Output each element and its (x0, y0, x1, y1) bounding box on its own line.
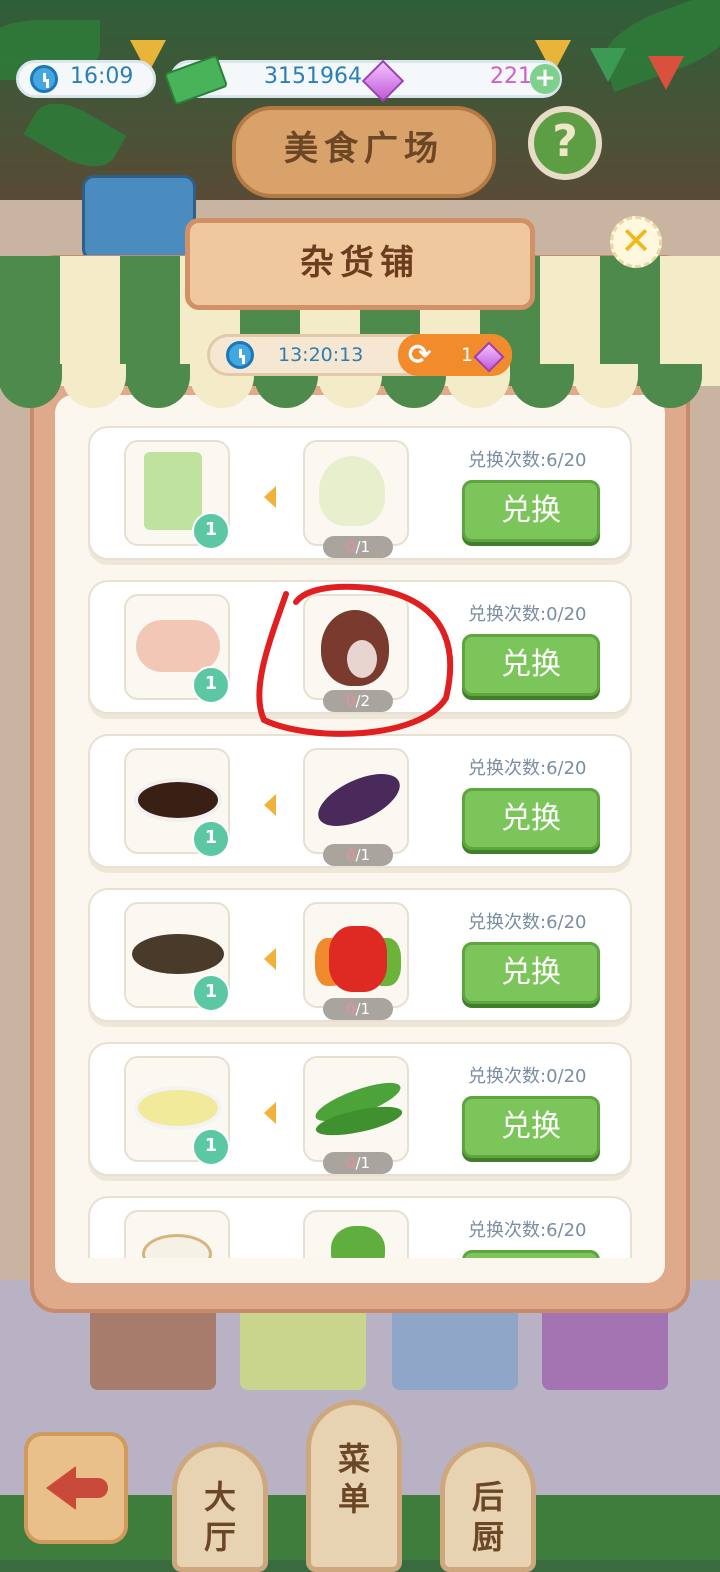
back-arrow-shaft (72, 1478, 108, 1498)
get-item-slot: 0/1 (303, 748, 409, 866)
get-item-slot: 0/1 (303, 1056, 409, 1174)
exchange-count: 兑换次数:0/20 (468, 1066, 587, 1087)
tab-hall[interactable]: 大 厅 (172, 1442, 268, 1572)
give-item-slot: 1 (124, 1056, 230, 1166)
shop-title: 杂货铺 (185, 218, 535, 310)
plaza-sign: 美食广场 (232, 106, 496, 198)
quantity-badge: 1 (192, 1128, 230, 1166)
get-item-slot: 0/1 (303, 902, 409, 1020)
exchange-count: 兑换次数:0/20 (468, 604, 587, 625)
pennant (590, 48, 626, 82)
bell-pepper-icon (329, 926, 387, 992)
close-button[interactable]: ✕ (610, 216, 662, 268)
peppercorns-icon (132, 934, 224, 974)
item-progress: 0/1 (323, 536, 393, 558)
trade-row: 1 0/1 兑换次数:6/20 兑换 (88, 426, 632, 560)
pennant (648, 56, 684, 90)
rice-noodles-icon (144, 452, 202, 530)
minced-garlic-icon (134, 1086, 222, 1130)
quantity-badge: 1 (192, 512, 230, 550)
arrow-left-icon (264, 486, 276, 508)
dish-card (240, 1300, 366, 1390)
give-item-slot: 1 (124, 902, 230, 1012)
arrow-left-icon (264, 794, 276, 816)
arrow-left-icon (264, 948, 276, 970)
list-clip: 兑换次数:6/20 (55, 1190, 665, 1258)
dish-card (542, 1300, 668, 1390)
item-progress: 0/1 (323, 998, 393, 1020)
exchange-button[interactable]: 兑换 (462, 788, 600, 850)
clock-icon (30, 65, 58, 93)
exchange-button[interactable]: 兑换 (462, 942, 600, 1004)
exchange-button[interactable]: 兑换 (462, 480, 600, 542)
tab-kitchen[interactable]: 后 厨 (440, 1442, 536, 1572)
trade-row: 1 0/1 兑换次数:6/20 兑换 (88, 888, 632, 1022)
rice-icon (142, 1234, 212, 1258)
garlic-icon (319, 456, 385, 526)
trade-row: 1 0/1 兑换次数:6/20 兑换 (88, 734, 632, 868)
item-progress: 0/1 (323, 844, 393, 866)
quantity-badge: 1 (192, 666, 230, 704)
eggplant-icon (310, 763, 408, 837)
give-item-slot (124, 1210, 230, 1258)
give-item-slot: 1 (124, 748, 230, 858)
timer-clock-icon (226, 341, 254, 369)
refresh-icon: ⟳ (408, 338, 432, 371)
timer-text: 13:20:13 (278, 344, 364, 366)
get-item-slot: 0/1 (303, 440, 409, 558)
food-truck-icon (82, 175, 196, 261)
quantity-badge: 1 (192, 820, 230, 858)
exchange-button[interactable] (462, 1250, 600, 1258)
dish-card (90, 1300, 216, 1390)
money-amount: 3151964 (264, 64, 362, 89)
exchange-button[interactable]: 兑换 (462, 634, 600, 696)
gem-amount: 221 (490, 64, 532, 89)
add-gems-button[interactable]: + (530, 64, 560, 94)
red-circle-annotation (256, 583, 454, 737)
back-button[interactable] (24, 1432, 128, 1544)
item-progress: 0/1 (323, 1152, 393, 1174)
exchange-count: 兑换次数:6/20 (468, 912, 587, 933)
give-item-slot: 1 (124, 594, 230, 704)
exchange-button[interactable]: 兑换 (462, 1096, 600, 1158)
exchange-count: 兑换次数:6/20 (468, 758, 587, 779)
trade-row: 兑换次数:6/20 (88, 1196, 632, 1258)
raw-chicken-icon (136, 620, 220, 672)
exchange-count: 兑换次数:6/20 (468, 450, 587, 471)
get-item-slot (303, 1210, 409, 1258)
trade-row: 1 0/1 兑换次数:0/20 兑换 (88, 1042, 632, 1176)
soy-sauce-icon (134, 778, 222, 822)
help-button[interactable]: ? (528, 106, 602, 180)
give-item-slot: 1 (124, 440, 230, 550)
dish-card (392, 1300, 518, 1390)
tab-menu[interactable]: 菜 单 (306, 1400, 402, 1572)
refresh-cost: 1 (461, 344, 474, 366)
broccoli-icon (331, 1226, 385, 1258)
arrow-left-icon (264, 1102, 276, 1124)
quantity-badge: 1 (192, 974, 230, 1012)
game-time: 16:09 (70, 64, 134, 89)
exchange-count: 兑换次数:6/20 (468, 1220, 587, 1241)
